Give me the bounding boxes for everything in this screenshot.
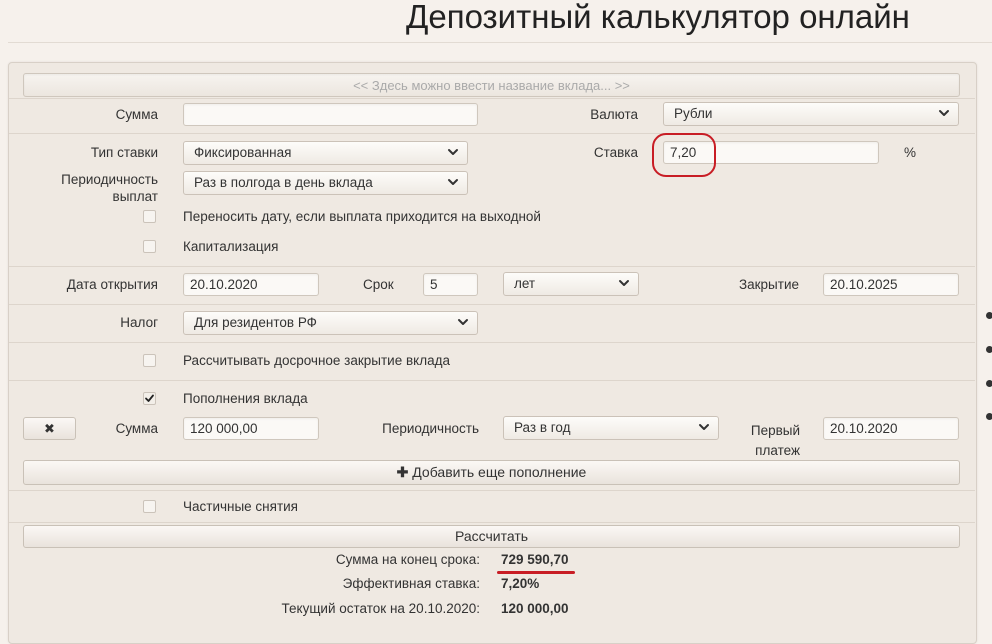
chevron-down-icon [457,316,469,328]
total-value: 729 590,70 [501,552,569,567]
balance-label: Текущий остаток на 20.10.2020: [281,601,480,616]
currency-select[interactable]: Рубли [663,102,959,126]
payout-value: Раз в полгода в день вклада [194,175,373,190]
checkmark-icon [145,394,154,402]
chevron-down-icon [698,421,710,433]
topup-first-label-line2: платеж [755,443,800,458]
payout-label-line2: выплат [112,189,158,204]
withdrawals-checkbox[interactable] [143,500,156,513]
capitalization-checkbox[interactable] [143,240,156,253]
deposit-name-input[interactable]: << Здесь можно ввести название вклада...… [23,73,960,97]
total-highlight-underline [497,571,575,574]
remove-topup-button[interactable]: ✖ [23,417,76,440]
currency-label: Валюта [590,107,638,122]
balance-value: 120 000,00 [501,601,569,616]
list-bullet [986,346,992,353]
open-date-label: Дата открытия [66,277,158,292]
close-date-input[interactable]: 20.10.2025 [823,273,959,296]
tax-select[interactable]: Для резидентов РФ [183,311,478,335]
divider [9,342,975,343]
add-topup-label: Добавить еще пополнение [412,464,587,480]
close-date-label: Закрытие [738,277,799,292]
list-bullet [986,413,992,420]
move-date-checkbox[interactable] [143,210,156,223]
rate-highlight-circle [652,133,716,177]
currency-value: Рубли [674,106,713,121]
topup-first-label-line1: Первый [750,423,800,438]
chevron-down-icon [618,277,630,289]
move-date-label: Переносить дату, если выплата приходится… [183,209,541,224]
effective-rate-label: Эффективная ставка: [342,576,480,591]
payout-label-line1: Периодичность [61,172,158,187]
divider [9,133,975,134]
topup-period-select[interactable]: Раз в год [503,416,719,440]
withdrawals-label: Частичные снятия [183,499,298,514]
rate-type-value: Фиксированная [194,145,292,160]
topup-first-input[interactable]: 20.10.2020 [823,417,959,440]
total-label: Сумма на конец срока: [335,552,480,567]
topup-sum-label: Сумма [115,421,158,436]
topup-period-label: Периодичность [382,421,479,436]
term-input[interactable]: 5 [423,273,478,296]
topups-label: Пополнения вклада [183,391,308,406]
divider [9,522,975,523]
plus-icon: ✚ [396,464,409,480]
close-icon: ✖ [44,421,55,436]
rate-label: Ставка [593,145,638,160]
list-bullet [986,380,992,387]
open-date-input[interactable]: 20.10.2020 [183,273,319,296]
capitalization-label: Капитализация [183,239,279,254]
early-close-checkbox[interactable] [143,354,156,367]
chevron-down-icon [938,107,950,119]
divider [9,266,975,267]
effective-rate-value: 7,20% [501,576,540,591]
divider [9,98,975,99]
term-unit-value: лет [514,276,536,291]
payout-label: Периодичность выплат [20,171,158,205]
topups-checkbox[interactable] [143,392,156,405]
title-divider [8,42,992,43]
rate-type-select[interactable]: Фиксированная [183,141,468,165]
payout-select[interactable]: Раз в полгода в день вклада [183,171,468,195]
page-title: Депозитный калькулятор онлайн [406,0,910,35]
divider [9,304,975,305]
term-label: Срок [363,277,394,292]
divider [9,490,975,491]
early-close-label: Рассчитывать досрочное закрытие вклада [183,353,450,368]
topup-period-value: Раз в год [514,420,571,435]
term-unit-select[interactable]: лет [503,272,639,296]
sum-label: Сумма [115,107,158,122]
topup-sum-input[interactable]: 120 000,00 [183,417,319,440]
tax-value: Для резидентов РФ [194,315,317,330]
calculate-button[interactable]: Рассчитать [23,525,960,548]
chevron-down-icon [447,146,459,158]
divider [9,380,975,381]
sum-input[interactable] [183,103,478,126]
rate-type-label: Тип ставки [90,145,158,160]
add-topup-button[interactable]: ✚ Добавить еще пополнение [23,460,960,485]
rate-unit: % [904,145,917,160]
tax-label: Налог [120,315,158,330]
topup-first-label: Первый платеж [720,421,800,461]
list-bullet [986,312,992,319]
chevron-down-icon [447,176,459,188]
